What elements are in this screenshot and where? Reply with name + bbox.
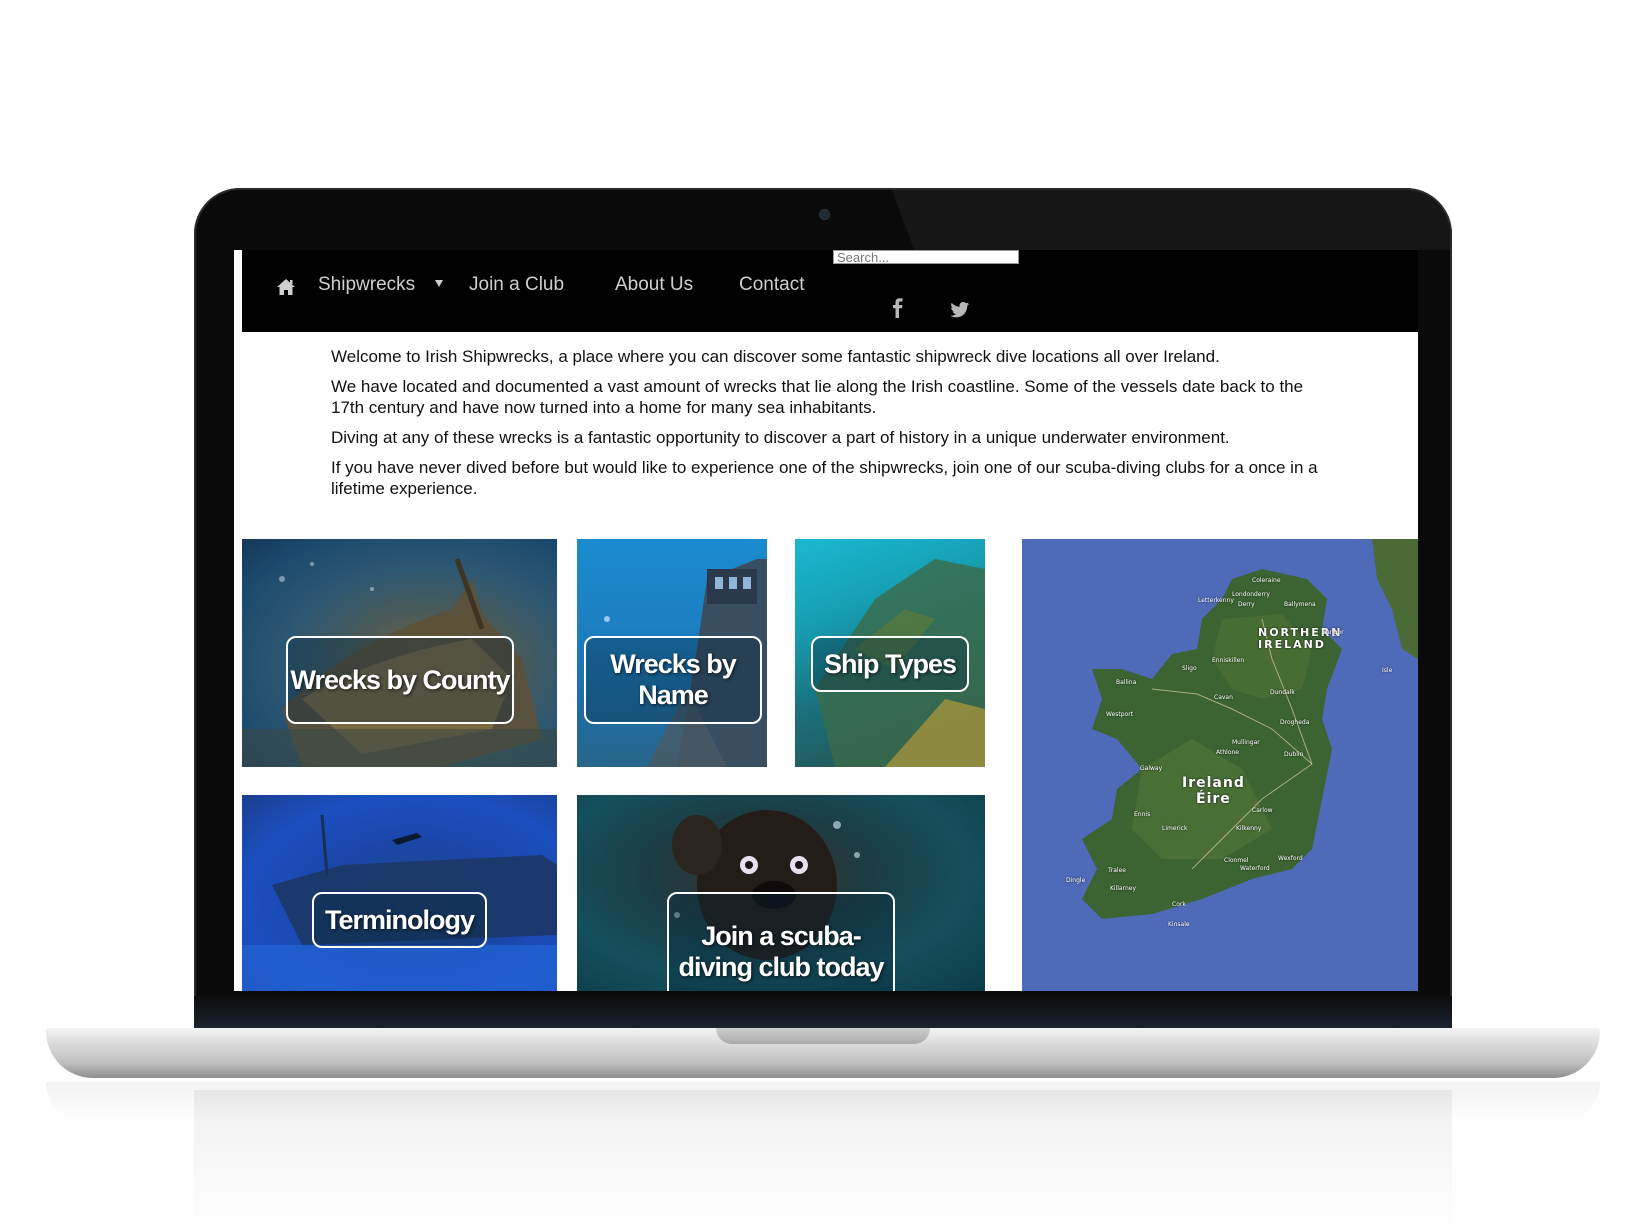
camera-icon: [820, 210, 829, 219]
tile-label: Ship Types: [811, 636, 969, 692]
map-town-label: Wexford: [1278, 855, 1303, 862]
map-town-label: Londonderry: [1232, 591, 1270, 598]
tile-label: Wrecks by Name: [584, 636, 762, 724]
map-town-label: Limerick: [1162, 825, 1188, 832]
map[interactable]: NORTHERN IRELAND Ireland Éire Coleraine L…: [1022, 539, 1418, 991]
map-town-label: Enniskillen: [1212, 657, 1245, 664]
facebook-icon[interactable]: [892, 298, 904, 318]
map-town-label: Drogheda: [1280, 719, 1310, 726]
map-town-label: Killarney: [1110, 885, 1137, 892]
tile-join-scuba-club[interactable]: Join a scuba-diving club today: [577, 795, 985, 991]
map-label-ireland-ga: Éire: [1196, 791, 1231, 807]
home-icon[interactable]: [276, 278, 296, 296]
screen: Shipwrecks Join a Club About Us Contact …: [234, 250, 1418, 991]
map-town-label: Carlow: [1252, 807, 1273, 814]
map-town-label: Ennis: [1134, 811, 1151, 818]
map-label-ireland: Ireland Éire: [1182, 775, 1245, 807]
lid-gloss: [892, 190, 1450, 250]
map-town-label: Mullingar: [1232, 739, 1260, 746]
map-label-northern-ireland: NORTHERN IRELAND: [1258, 626, 1343, 651]
map-town-label: Waterford: [1240, 865, 1270, 872]
intro-text: Welcome to Irish Shipwrecks, a place whe…: [331, 346, 1331, 508]
twitter-icon[interactable]: [950, 302, 970, 318]
ireland-map-image: [1082, 539, 1418, 919]
navbar: Shipwrecks Join a Club About Us Contact: [242, 250, 1418, 332]
tile-label: Wrecks by County: [286, 636, 514, 724]
map-town-label: Dingle: [1066, 877, 1086, 884]
map-town-label: Sligo: [1182, 665, 1197, 672]
map-town-label: Ballina: [1116, 679, 1137, 686]
map-town-label: Cavan: [1214, 694, 1233, 701]
chevron-down-icon[interactable]: [435, 280, 443, 287]
intro-paragraph: We have located and documented a vast am…: [331, 377, 1304, 417]
tile-ship-types[interactable]: Ship Types: [795, 539, 985, 767]
map-town-label: Kinsale: [1168, 921, 1190, 928]
map-label-ireland-en: Ireland: [1182, 775, 1245, 791]
map-town-label: Derry: [1238, 601, 1255, 608]
intro-paragraph: Welcome to Irish Shipwrecks, a place whe…: [331, 347, 1220, 366]
laptop-notch: [716, 1028, 930, 1044]
search-input[interactable]: [833, 250, 1019, 264]
lid-reflection: [194, 1090, 1452, 1230]
map-town-label: Kilkenny: [1236, 825, 1262, 832]
map-town-label: Cork: [1172, 901, 1186, 908]
map-town-label: Ballymena: [1284, 601, 1316, 608]
map-town-label: Isle: [1382, 667, 1393, 674]
nav-about-us[interactable]: About Us: [615, 274, 693, 296]
map-town-label: Galway: [1140, 765, 1163, 772]
map-town-label: Bangor: [1322, 629, 1344, 636]
map-town-label: Coleraine: [1252, 577, 1281, 584]
map-town-label: Athlone: [1216, 749, 1239, 756]
nav-shipwrecks[interactable]: Shipwrecks: [318, 274, 415, 296]
nav-contact[interactable]: Contact: [739, 274, 804, 296]
tile-label: Join a scuba-diving club today: [667, 892, 895, 991]
tile-wrecks-by-name[interactable]: Wrecks by Name: [577, 539, 767, 767]
lid-bottom-bar: [194, 996, 1452, 1030]
tile-wrecks-by-county[interactable]: Wrecks by County: [242, 539, 557, 767]
intro-paragraph: Diving at any of these wrecks is a fanta…: [331, 428, 1230, 447]
intro-paragraph: If you have never dived before but would…: [331, 458, 1318, 498]
tile-terminology[interactable]: Terminology: [242, 795, 557, 991]
nav-join-a-club[interactable]: Join a Club: [469, 274, 564, 296]
map-town-label: Westport: [1106, 711, 1134, 718]
map-town-label: Dundalk: [1270, 689, 1295, 696]
map-town-label: Tralee: [1108, 867, 1126, 874]
map-town-label: Clonmel: [1224, 857, 1249, 864]
map-town-label: Dublin: [1284, 751, 1304, 758]
map-town-label: Letterkenny: [1198, 597, 1234, 604]
tile-label: Terminology: [312, 892, 487, 948]
